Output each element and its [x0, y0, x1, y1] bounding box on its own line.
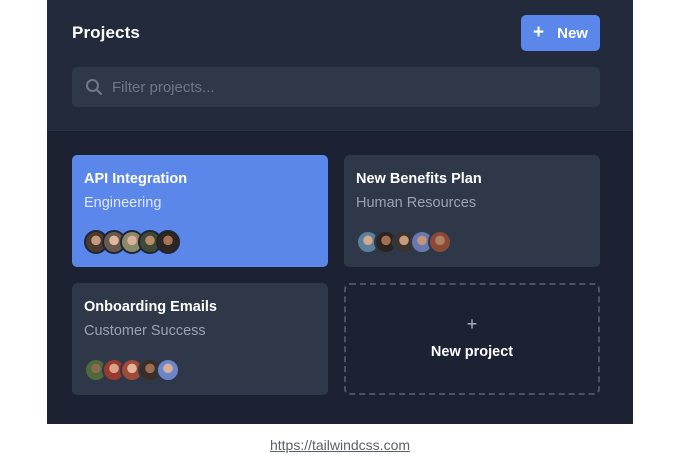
- project-card-api-integration[interactable]: API Integration Engineering: [72, 155, 328, 267]
- search-icon: [86, 79, 103, 96]
- project-team: Human Resources: [356, 195, 477, 211]
- new-project-label: New project: [430, 344, 514, 360]
- project-card-new-benefits-plan[interactable]: New Benefits Plan Human Resources: [344, 155, 600, 267]
- new-button-label: New: [557, 24, 588, 42]
- filter-search[interactable]: [72, 67, 600, 107]
- page-title: Projects: [72, 23, 140, 42]
- plus-icon: +: [533, 21, 545, 43]
- source-link[interactable]: https://tailwindcss.com: [0, 437, 680, 453]
- projects-panel: Projects + New API Integration Engineeri…: [47, 0, 633, 424]
- project-team: Customer Success: [84, 323, 206, 339]
- new-button[interactable]: + New: [521, 15, 600, 51]
- project-name: Onboarding Emails: [84, 299, 217, 315]
- plus-icon: +: [466, 314, 478, 334]
- member-avatars: [84, 230, 180, 254]
- member-avatars: [84, 358, 180, 382]
- avatar: [428, 230, 452, 254]
- avatar: [156, 230, 180, 254]
- project-team: Engineering: [84, 195, 162, 211]
- member-avatars: [356, 230, 452, 254]
- panel-header: Projects + New: [47, 0, 633, 131]
- project-card-onboarding-emails[interactable]: Onboarding Emails Customer Success: [72, 283, 328, 395]
- project-name: New Benefits Plan: [356, 171, 482, 187]
- avatar: [156, 358, 180, 382]
- search-input[interactable]: [112, 78, 582, 96]
- new-project-card[interactable]: + New project: [344, 283, 600, 395]
- project-name: API Integration: [84, 171, 188, 187]
